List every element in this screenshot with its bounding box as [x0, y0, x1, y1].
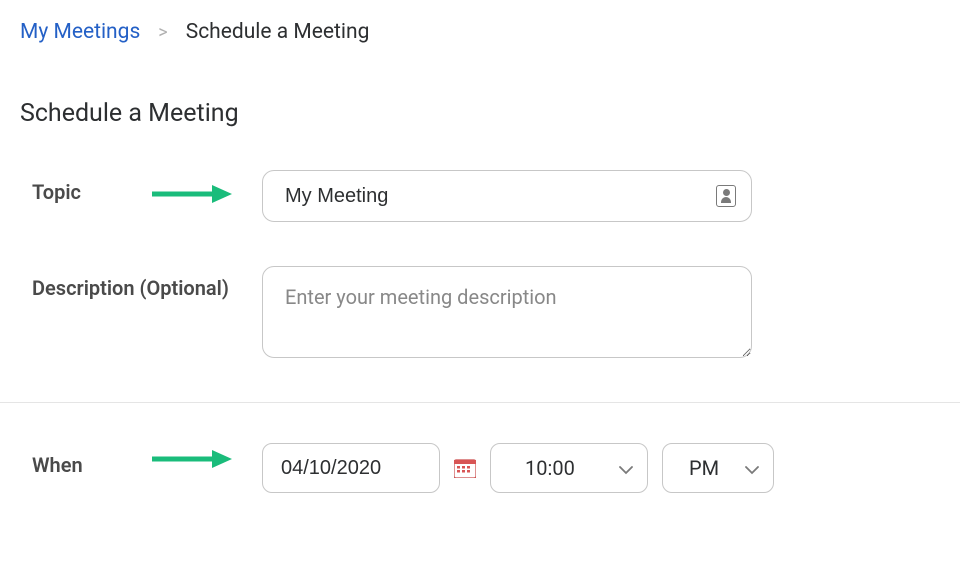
time-select[interactable]: 10:00 [490, 443, 648, 493]
page-title: Schedule a Meeting [20, 99, 940, 128]
ampm-select[interactable]: PM [662, 443, 774, 493]
description-label: Description (Optional) [32, 266, 262, 300]
time-select-value: 10:00 [525, 456, 575, 480]
breadcrumb: My Meetings > Schedule a Meeting [20, 20, 940, 44]
when-row: When [32, 443, 940, 493]
chevron-down-icon [619, 456, 633, 480]
schedule-form: Topic Description (Optional) [20, 170, 940, 358]
when-section: When [20, 443, 940, 493]
topic-label: Topic [32, 170, 262, 204]
ampm-select-value: PM [689, 456, 719, 480]
when-label: When [32, 443, 262, 477]
breadcrumb-separator: > [158, 22, 167, 43]
description-row: Description (Optional) [32, 266, 940, 358]
description-textarea[interactable] [262, 266, 752, 358]
calendar-icon[interactable] [454, 458, 476, 478]
chevron-down-icon [745, 456, 759, 480]
breadcrumb-current: Schedule a Meeting [186, 20, 370, 44]
date-input[interactable] [262, 443, 440, 493]
topic-input[interactable] [262, 170, 752, 222]
contact-card-icon [716, 185, 736, 207]
section-divider [0, 402, 960, 403]
topic-row: Topic [32, 170, 940, 222]
breadcrumb-root-link[interactable]: My Meetings [20, 20, 140, 44]
